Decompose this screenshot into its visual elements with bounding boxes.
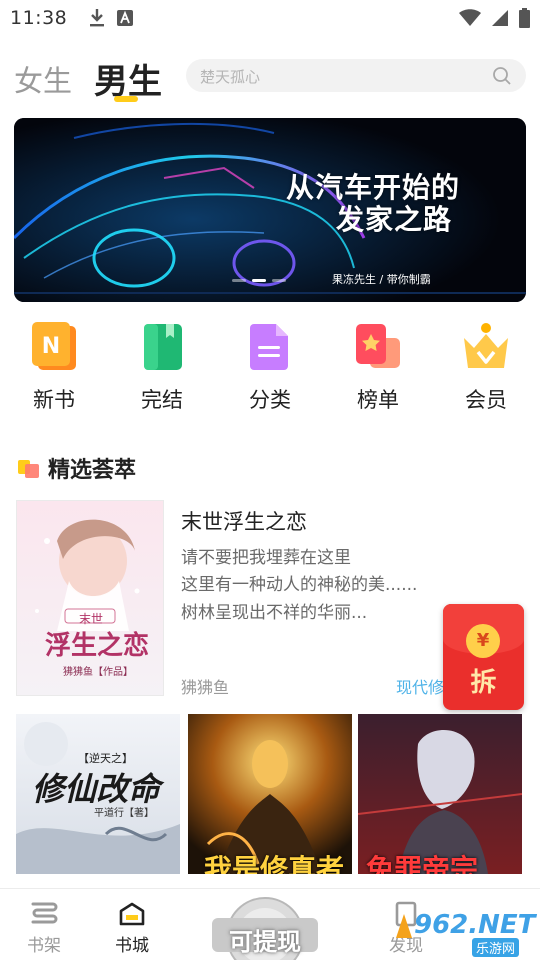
bookstore-icon — [119, 902, 145, 926]
book-desc-line: 请不要把我埋葬在这里 — [181, 548, 351, 568]
category-label: 分类 — [249, 388, 291, 412]
signal-icon — [492, 10, 508, 26]
keyboard-a-icon — [117, 10, 134, 26]
top-tabs-row: 女生 男生 楚天孤心 — [0, 50, 540, 110]
wifi-icon — [459, 9, 481, 26]
search-icon[interactable] — [492, 66, 512, 86]
book-covers-row: 【逆天之】 修仙改命 平道行【著】 我是修真者 免罪帝宗 — [0, 712, 540, 874]
book-desc-line: 这里有一种动人的神秘的美...... — [181, 575, 418, 595]
carousel-dot-active — [252, 279, 266, 282]
category-finished[interactable]: 完结 — [122, 320, 202, 414]
bookshelf-icon — [31, 902, 58, 924]
watermark-logo-icon — [396, 914, 412, 938]
withdraw-button[interactable]: 可提现 — [206, 892, 324, 960]
nav-label: 书架 — [27, 936, 61, 956]
cover-big-title: 浮生之恋 — [45, 631, 150, 661]
book-author: 狒狒鱼 — [181, 678, 230, 697]
carousel-dot — [232, 279, 246, 282]
nav-bookshelf[interactable]: 书架 — [14, 901, 74, 956]
carousel-dot — [272, 279, 286, 282]
category-label: 榜单 — [357, 388, 399, 412]
svg-text:N: N — [42, 334, 60, 359]
category-ranking[interactable]: 榜单 — [338, 320, 418, 414]
cover-author: 狒狒鱼【作品】 — [63, 667, 133, 678]
search-placeholder: 楚天孤心 — [200, 68, 261, 86]
site-watermark: 962.NET 乐游网 — [394, 908, 536, 957]
watermark-subtext: 乐游网 — [472, 938, 520, 957]
cover-title: 免罪帝宗 — [366, 853, 479, 874]
category-label: 新书 — [33, 388, 75, 412]
status-bar: 11:38 — [0, 0, 540, 36]
book-title[interactable]: 末世浮生之恋 — [181, 506, 307, 536]
crown-icon — [464, 323, 508, 368]
featured-book-cover[interactable]: 末世 浮生之恋 狒狒鱼【作品】 — [16, 500, 164, 696]
cover-title: 我是修真者 — [204, 853, 345, 874]
watermark-text: 962.NET — [414, 910, 536, 940]
category-new-books[interactable]: N 新书 — [14, 320, 94, 414]
red-packet-button[interactable]: ¥ 拆 — [443, 604, 524, 710]
withdraw-label: 可提现 — [229, 928, 301, 956]
section-header: 精选荟萃 — [18, 452, 136, 484]
tab-girl[interactable]: 女生 — [14, 58, 72, 100]
promo-banner[interactable]: 从汽车开始的 发家之路 果冻先生 / 带你制霸 — [14, 118, 526, 302]
category-vip[interactable]: 会员 — [446, 320, 526, 414]
book-cover[interactable]: 免罪帝宗 — [358, 714, 522, 874]
banner-title-line2: 发家之路 — [336, 203, 453, 236]
ranking-icon — [356, 324, 400, 368]
section-title: 精选荟萃 — [48, 458, 137, 483]
book-cover[interactable]: 【逆天之】 修仙改命 平道行【著】 — [16, 714, 180, 874]
red-packet-label: 拆 — [470, 668, 497, 698]
download-icon — [90, 9, 105, 27]
category-grid: N 新书 完结 分类 榜单 会员 — [0, 320, 540, 430]
category-label: 完结 — [141, 388, 183, 412]
book-desc-line: 树林呈现出不祥的华丽... — [181, 603, 368, 623]
status-time: 11:38 — [10, 7, 68, 29]
book-cover[interactable]: 我是修真者 — [188, 714, 352, 874]
category-label: 会员 — [465, 388, 507, 412]
coin-icon: ¥ — [466, 624, 500, 658]
nav-bookstore[interactable]: 书城 — [102, 901, 162, 956]
new-book-icon: N — [32, 322, 76, 370]
category-icon — [250, 324, 288, 370]
banner-credit: 果冻先生 / 带你制霸 — [332, 273, 431, 286]
cover-author: 平道行【著】 — [94, 808, 154, 819]
finished-book-icon — [144, 324, 182, 370]
battery-icon — [519, 8, 530, 28]
search-input[interactable]: 楚天孤心 — [186, 59, 526, 92]
book-genre-tag[interactable]: 现代修 — [396, 674, 444, 698]
carousel-dots — [232, 279, 286, 282]
category-classify[interactable]: 分类 — [230, 320, 310, 414]
nav-label: 书城 — [115, 936, 149, 956]
active-tab-indicator — [114, 96, 138, 102]
section-marker-icon — [18, 460, 39, 478]
